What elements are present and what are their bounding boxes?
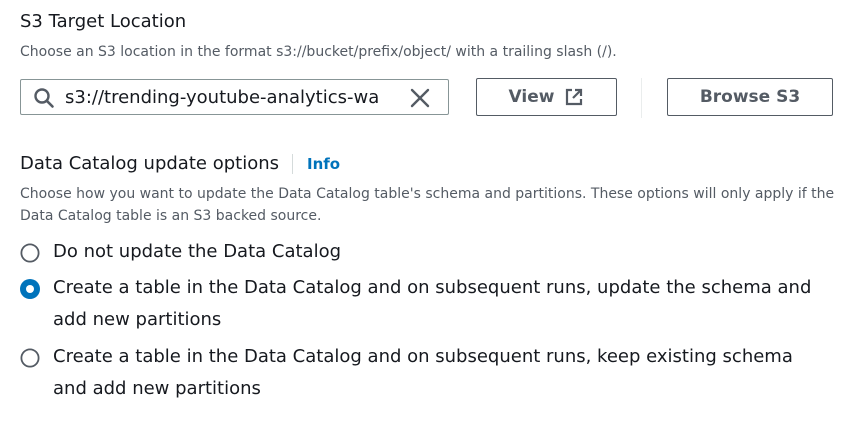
search-icon — [34, 88, 54, 108]
button-divider — [641, 78, 642, 118]
radio-label: Create a table in the Data Catalog and o… — [53, 346, 793, 399]
s3-target-description: Choose an S3 location in the format s3:/… — [20, 44, 617, 60]
view-button[interactable]: View — [476, 78, 617, 116]
radio-label: Do not update the Data Catalog — [53, 241, 342, 262]
external-link-icon — [566, 88, 583, 106]
catalog-options-description: Choose how you want to update the Data C… — [20, 186, 835, 224]
radio-label: Create a table in the Data Catalog and o… — [53, 277, 812, 330]
close-icon[interactable] — [409, 87, 431, 109]
info-link[interactable]: Info — [307, 152, 340, 176]
catalog-options-title: Data Catalog update options — [20, 153, 279, 174]
s3-target-title: S3 Target Location — [20, 11, 187, 32]
catalog-options-heading: Data Catalog update options Info — [20, 152, 340, 176]
s3-location-search-box[interactable] — [20, 79, 449, 115]
title-separator — [292, 154, 293, 174]
radio-selected-icon[interactable] — [20, 279, 40, 299]
s3-location-input[interactable] — [65, 80, 403, 114]
radio-option-keep-schema[interactable]: Create a table in the Data Catalog and o… — [20, 346, 823, 405]
browse-s3-button[interactable]: Browse S3 — [667, 78, 833, 116]
view-button-label: View — [508, 87, 555, 107]
s3-target-panel: S3 Target Location Choose an S3 location… — [0, 0, 865, 429]
radio-unselected-icon[interactable] — [20, 348, 40, 368]
radio-option-update-schema[interactable]: Create a table in the Data Catalog and o… — [20, 277, 823, 336]
radio-option-do-not-update[interactable]: Do not update the Data Catalog — [20, 241, 823, 268]
radio-unselected-icon[interactable] — [20, 243, 40, 263]
